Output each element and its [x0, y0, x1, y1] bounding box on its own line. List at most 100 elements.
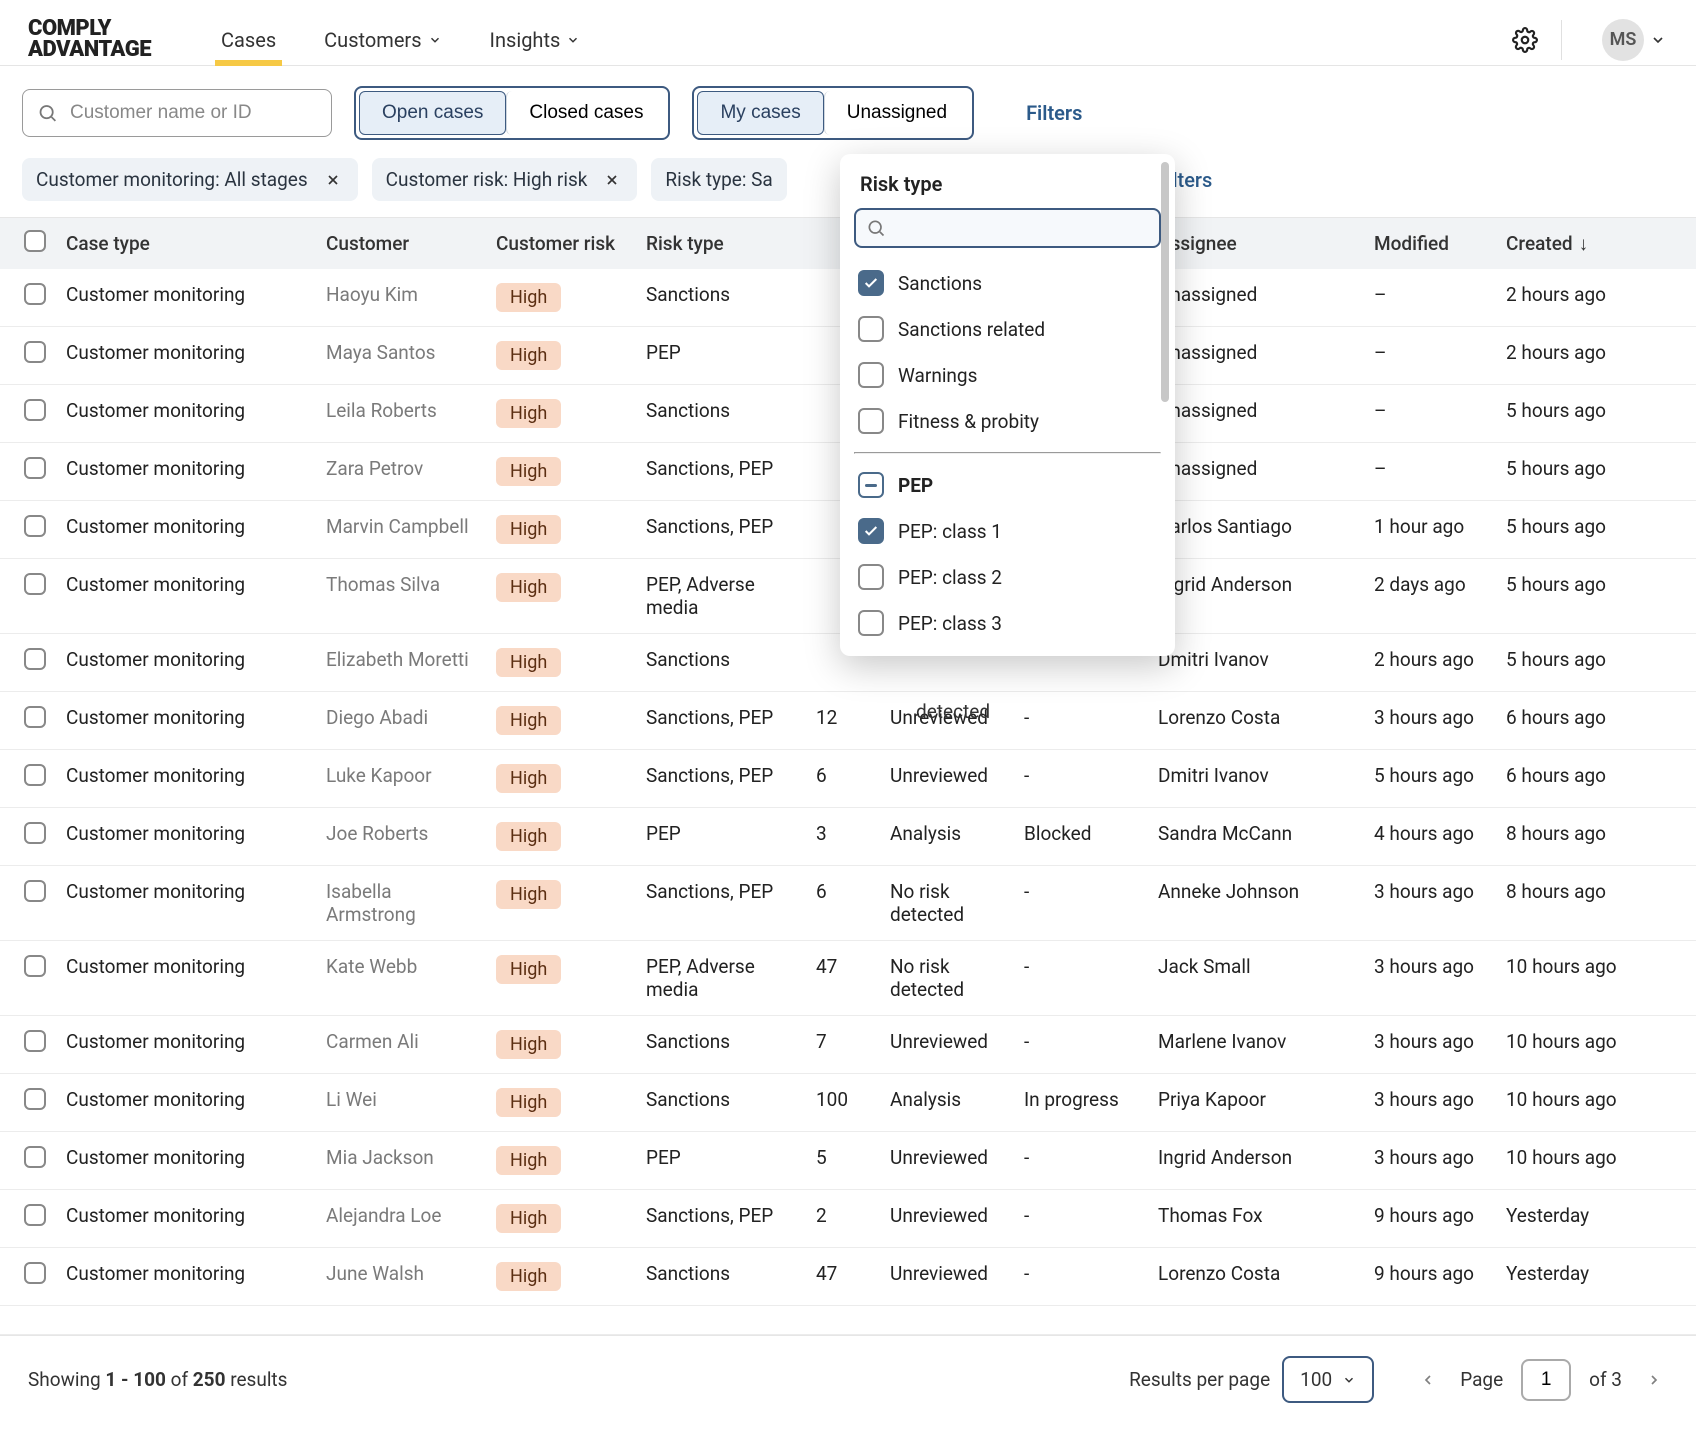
- checkbox[interactable]: [858, 362, 884, 388]
- scrollbar[interactable]: [1161, 162, 1169, 402]
- table-row[interactable]: Customer monitoringIsabella ArmstrongHig…: [0, 866, 1696, 941]
- filter-option[interactable]: PEP: class 2: [854, 554, 1161, 600]
- row-checkbox[interactable]: [24, 573, 46, 595]
- cell-modified: 3 hours ago: [1364, 1132, 1496, 1190]
- row-checkbox[interactable]: [24, 822, 46, 844]
- row-checkbox[interactable]: [24, 955, 46, 977]
- results-summary: Showing 1 - 100 of 250 results: [28, 1368, 287, 1391]
- row-checkbox[interactable]: [24, 457, 46, 479]
- cell-substatus: -: [1014, 941, 1148, 1016]
- table-row[interactable]: Customer monitoringJoe RobertsHighPEP3An…: [0, 808, 1696, 866]
- chip-risk-type[interactable]: Risk type: Sa: [651, 158, 786, 201]
- row-checkbox[interactable]: [24, 399, 46, 421]
- table-row[interactable]: Customer monitoringJune WalshHighSanctio…: [0, 1248, 1696, 1306]
- row-checkbox[interactable]: [24, 283, 46, 305]
- checkbox[interactable]: [858, 408, 884, 434]
- cell-modified: –: [1364, 327, 1496, 385]
- row-checkbox[interactable]: [24, 880, 46, 902]
- cell-status: No risk detected: [880, 941, 1014, 1016]
- customer-search[interactable]: [22, 89, 332, 137]
- popover-search[interactable]: [854, 208, 1161, 248]
- filter-option[interactable]: Warnings: [854, 352, 1161, 398]
- results-per-page-select[interactable]: 100: [1282, 1356, 1374, 1403]
- table-row[interactable]: Customer monitoringKate WebbHighPEP, Adv…: [0, 941, 1696, 1016]
- cell-case-type: Customer monitoring: [56, 1190, 316, 1248]
- table-row[interactable]: Customer monitoringMia JacksonHighPEP5Un…: [0, 1132, 1696, 1190]
- user-menu[interactable]: MS: [1582, 19, 1666, 61]
- table-row[interactable]: Customer monitoringLi WeiHighSanctions10…: [0, 1074, 1696, 1132]
- cell-substatus: -: [1014, 1132, 1148, 1190]
- open-cases-button[interactable]: Open cases: [359, 91, 506, 135]
- page-input[interactable]: [1521, 1359, 1571, 1401]
- cell-customer: Carmen Ali: [316, 1016, 486, 1074]
- nav-cases[interactable]: Cases: [221, 14, 276, 65]
- rpp-label: Results per page: [1129, 1368, 1270, 1391]
- table-row[interactable]: Customer monitoringAlejandra LoeHighSanc…: [0, 1190, 1696, 1248]
- col-case-type[interactable]: Case type: [56, 218, 316, 269]
- row-checkbox[interactable]: [24, 764, 46, 786]
- row-checkbox[interactable]: [24, 1030, 46, 1052]
- row-checkbox[interactable]: [24, 648, 46, 670]
- cell-assignee: Jack Small: [1148, 941, 1364, 1016]
- filter-option[interactable]: Fitness & probity: [854, 398, 1161, 444]
- my-cases-button[interactable]: My cases: [697, 91, 823, 135]
- col-assignee[interactable]: Assignee: [1148, 218, 1364, 269]
- row-checkbox[interactable]: [24, 515, 46, 537]
- checkbox[interactable]: [858, 564, 884, 590]
- sort-desc-icon: ↓: [1579, 232, 1589, 255]
- col-customer-risk[interactable]: Customer risk: [486, 218, 636, 269]
- table-row[interactable]: Customer monitoringCarmen AliHighSanctio…: [0, 1016, 1696, 1074]
- close-icon[interactable]: [601, 169, 623, 191]
- row-checkbox[interactable]: [24, 1146, 46, 1168]
- cell-case-type: Customer monitoring: [56, 559, 316, 634]
- cell-case-type: Customer monitoring: [56, 1248, 316, 1306]
- chip-customer-risk[interactable]: Customer risk: High risk: [372, 158, 638, 201]
- checkbox[interactable]: [858, 610, 884, 636]
- filter-option[interactable]: Sanctions related: [854, 306, 1161, 352]
- checkbox[interactable]: [858, 270, 884, 296]
- table-row[interactable]: Customer monitoringDiego AbadiHighSancti…: [0, 692, 1696, 750]
- row-checkbox[interactable]: [24, 1262, 46, 1284]
- cell-created: 2 hours ago: [1496, 269, 1696, 327]
- row-checkbox[interactable]: [24, 706, 46, 728]
- unassigned-button[interactable]: Unassigned: [824, 91, 969, 135]
- checkbox[interactable]: [858, 518, 884, 544]
- nav-customers[interactable]: Customers: [324, 14, 441, 65]
- cell-count: 100: [806, 1074, 880, 1132]
- row-checkbox[interactable]: [24, 1204, 46, 1226]
- filter-option[interactable]: Sanctions: [854, 260, 1161, 306]
- filters-link[interactable]: Filters: [1026, 101, 1082, 125]
- nav-insights[interactable]: Insights: [490, 14, 581, 65]
- cell-modified: 2 days ago: [1364, 559, 1496, 634]
- separator: [1561, 20, 1562, 60]
- close-icon[interactable]: [322, 169, 344, 191]
- cell-assignee: Unassigned: [1148, 269, 1364, 327]
- filter-option[interactable]: PEP: class 1: [854, 508, 1161, 554]
- cell-customer-risk: High: [486, 1132, 636, 1190]
- option-label: PEP: class 3: [898, 612, 1002, 635]
- cell-assignee: Ingrid Anderson: [1148, 1132, 1364, 1190]
- prev-page-button[interactable]: [1414, 1366, 1442, 1394]
- settings-button[interactable]: [1509, 24, 1541, 56]
- checkbox[interactable]: [858, 316, 884, 342]
- row-checkbox[interactable]: [24, 341, 46, 363]
- col-customer[interactable]: Customer: [316, 218, 486, 269]
- select-all-checkbox[interactable]: [24, 230, 46, 252]
- col-risk-type[interactable]: Risk type: [636, 218, 806, 269]
- checkbox[interactable]: [858, 472, 884, 498]
- cell-assignee: Marlene Ivanov: [1148, 1016, 1364, 1074]
- next-page-button[interactable]: [1640, 1366, 1668, 1394]
- brand-logo: COMPLY ADVANTAGE: [28, 19, 151, 61]
- closed-cases-button[interactable]: Closed cases: [506, 91, 665, 135]
- table-row[interactable]: Customer monitoringLuke KapoorHighSancti…: [0, 750, 1696, 808]
- filter-option[interactable]: PEP: class 3: [854, 600, 1161, 646]
- col-created[interactable]: Created↓: [1496, 218, 1696, 269]
- filter-option[interactable]: PEP: [854, 462, 1161, 508]
- toolbar: Open cases Closed cases My cases Unassig…: [0, 66, 1696, 158]
- row-checkbox[interactable]: [24, 1088, 46, 1110]
- option-label: PEP: [898, 474, 933, 497]
- customer-search-input[interactable]: [68, 101, 317, 125]
- cell-customer: Marvin Campbell: [316, 501, 486, 559]
- chip-customer-monitoring[interactable]: Customer monitoring: All stages: [22, 158, 358, 201]
- col-modified[interactable]: Modified: [1364, 218, 1496, 269]
